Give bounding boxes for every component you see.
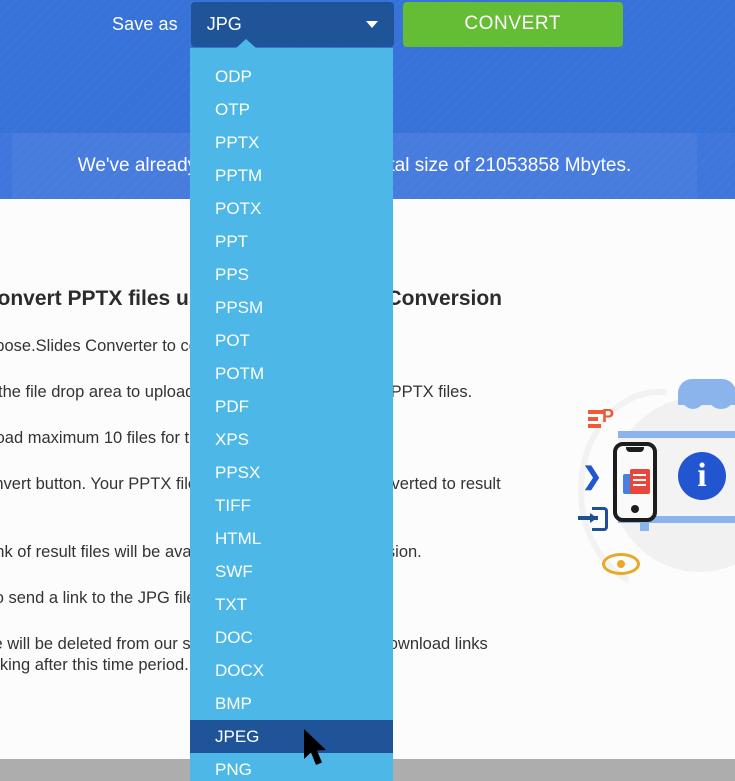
dropdown-pointer-arrow	[235, 39, 257, 49]
format-option-jpeg[interactable]: JPEG	[190, 720, 393, 753]
format-option-ppsx[interactable]: PPSX	[190, 456, 393, 489]
phone-notch	[626, 447, 644, 452]
format-option-potx[interactable]: POTX	[190, 192, 393, 225]
format-option-docx[interactable]: DOCX	[190, 654, 393, 687]
format-option-potm[interactable]: POTM	[190, 357, 393, 390]
format-option-png[interactable]: PNG	[190, 753, 393, 781]
chevron-right-icon: ❯	[582, 463, 603, 490]
login-icon	[578, 507, 608, 531]
format-option-html[interactable]: HTML	[190, 522, 393, 555]
format-option-txt[interactable]: TXT	[190, 588, 393, 621]
format-select[interactable]: JPG	[190, 1, 394, 47]
document-icon	[630, 469, 650, 494]
info-icon: i	[678, 452, 726, 500]
format-option-pps[interactable]: PPS	[190, 258, 393, 291]
page-root: Save as JPG CONVERT We've already proces…	[0, 0, 735, 781]
format-option-odp[interactable]: ODP	[190, 60, 393, 93]
format-option-ppsm[interactable]: PPSM	[190, 291, 393, 324]
format-option-otp[interactable]: OTP	[190, 93, 393, 126]
eye-icon	[602, 553, 640, 575]
save-as-label: Save as	[112, 13, 178, 34]
powerpoint-icon: P	[588, 406, 614, 430]
conversion-illustration: i P ❯	[560, 379, 735, 591]
format-dropdown-menu[interactable]: ODP OTP PPTX PPTM POTX PPT PPS PPSM POT POTM PDF XP…	[190, 48, 393, 781]
phone-icon	[613, 442, 657, 522]
format-option-pot[interactable]: POT	[190, 324, 393, 357]
format-option-tiff[interactable]: TIFF	[190, 489, 393, 522]
convert-button[interactable]: CONVERT	[402, 1, 623, 47]
conversion-toolbar: Save as JPG CONVERT	[0, 0, 735, 48]
format-option-pdf[interactable]: PDF	[190, 390, 393, 423]
format-option-xps[interactable]: XPS	[190, 423, 393, 456]
cloud-icon	[678, 379, 735, 409]
format-option-bmp[interactable]: BMP	[190, 687, 393, 720]
format-option-swf[interactable]: SWF	[190, 555, 393, 588]
format-option-ppt[interactable]: PPT	[190, 225, 393, 258]
format-option-doc[interactable]: DOC	[190, 621, 393, 654]
powerpoint-letter: P	[601, 406, 614, 426]
chevron-down-icon	[365, 21, 378, 28]
format-option-list: ODP OTP PPTX PPTM POTX PPT PPS PPSM POT POTM PDF XP…	[190, 48, 393, 781]
format-select-value: JPG	[206, 13, 242, 34]
phone-home-button	[631, 505, 639, 513]
format-option-pptm[interactable]: PPTM	[190, 159, 393, 192]
format-option-pptx[interactable]: PPTX	[190, 126, 393, 159]
